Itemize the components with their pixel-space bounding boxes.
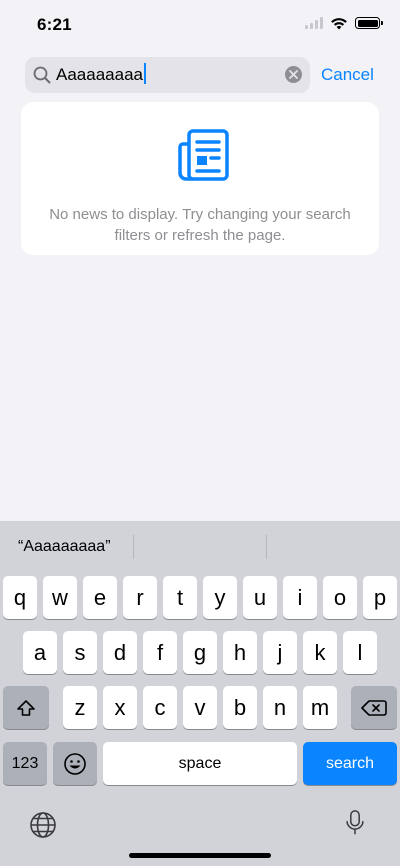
key-m[interactable]: m [303,686,337,729]
clear-search-button[interactable] [285,66,302,83]
key-n[interactable]: n [263,686,297,729]
emoji-icon [64,752,86,775]
empty-state-card: No news to display. Try changing your se… [21,102,379,255]
key-o[interactable]: o [323,576,357,619]
key-j[interactable]: j [263,631,297,674]
cellular-signal-icon [305,17,323,29]
suggestion-bar: “Aaaaaaaaa” [0,521,400,573]
close-icon [289,70,298,79]
key-y[interactable]: y [203,576,237,619]
status-icons [305,16,383,30]
key-v[interactable]: v [183,686,217,729]
backspace-icon [361,699,387,716]
search-icon [33,66,51,84]
status-bar: 6:21 [0,0,400,50]
space-key[interactable]: space [103,742,297,785]
key-t[interactable]: t [163,576,197,619]
search-key[interactable]: search [303,742,397,785]
key-b[interactable]: b [223,686,257,729]
key-f[interactable]: f [143,631,177,674]
keyboard: “Aaaaaaaaa” qwertyuiop asdfghjkl zxcvbnm… [0,521,400,866]
key-w[interactable]: w [43,576,77,619]
suggestion-item[interactable]: “Aaaaaaaaa” [18,521,111,573]
shift-icon [17,699,35,716]
key-c[interactable]: c [143,686,177,729]
cancel-button[interactable]: Cancel [321,57,374,93]
shift-key[interactable] [3,686,49,729]
key-s[interactable]: s [63,631,97,674]
suggestion-divider [133,535,134,559]
key-p[interactable]: p [363,576,397,619]
battery-icon [355,17,383,29]
key-d[interactable]: d [103,631,137,674]
search-input[interactable]: Aaaaaaaaa [56,57,276,93]
emoji-key[interactable] [53,742,97,785]
search-bar: Aaaaaaaaa Cancel [25,57,385,93]
key-k[interactable]: k [303,631,337,674]
status-time: 6:21 [37,15,72,34]
key-q[interactable]: q [3,576,37,619]
key-e[interactable]: e [83,576,117,619]
home-indicator [129,853,271,858]
key-z[interactable]: z [63,686,97,729]
news-icon [178,129,229,181]
search-field[interactable]: Aaaaaaaaa [25,57,310,93]
wifi-icon [331,18,347,30]
microphone-icon[interactable] [341,809,369,837]
key-r[interactable]: r [123,576,157,619]
key-u[interactable]: u [243,576,277,619]
key-l[interactable]: l [343,631,377,674]
key-x[interactable]: x [103,686,137,729]
search-input-value: Aaaaaaaaa [56,65,143,84]
numbers-key[interactable]: 123 [3,742,47,785]
key-h[interactable]: h [223,631,257,674]
key-g[interactable]: g [183,631,217,674]
globe-icon[interactable] [29,811,57,839]
delete-key[interactable] [351,686,397,729]
empty-state-message: No news to display. Try changing your se… [49,206,351,244]
suggestion-divider [266,535,267,559]
key-i[interactable]: i [283,576,317,619]
text-caret [143,63,146,84]
key-a[interactable]: a [23,631,57,674]
